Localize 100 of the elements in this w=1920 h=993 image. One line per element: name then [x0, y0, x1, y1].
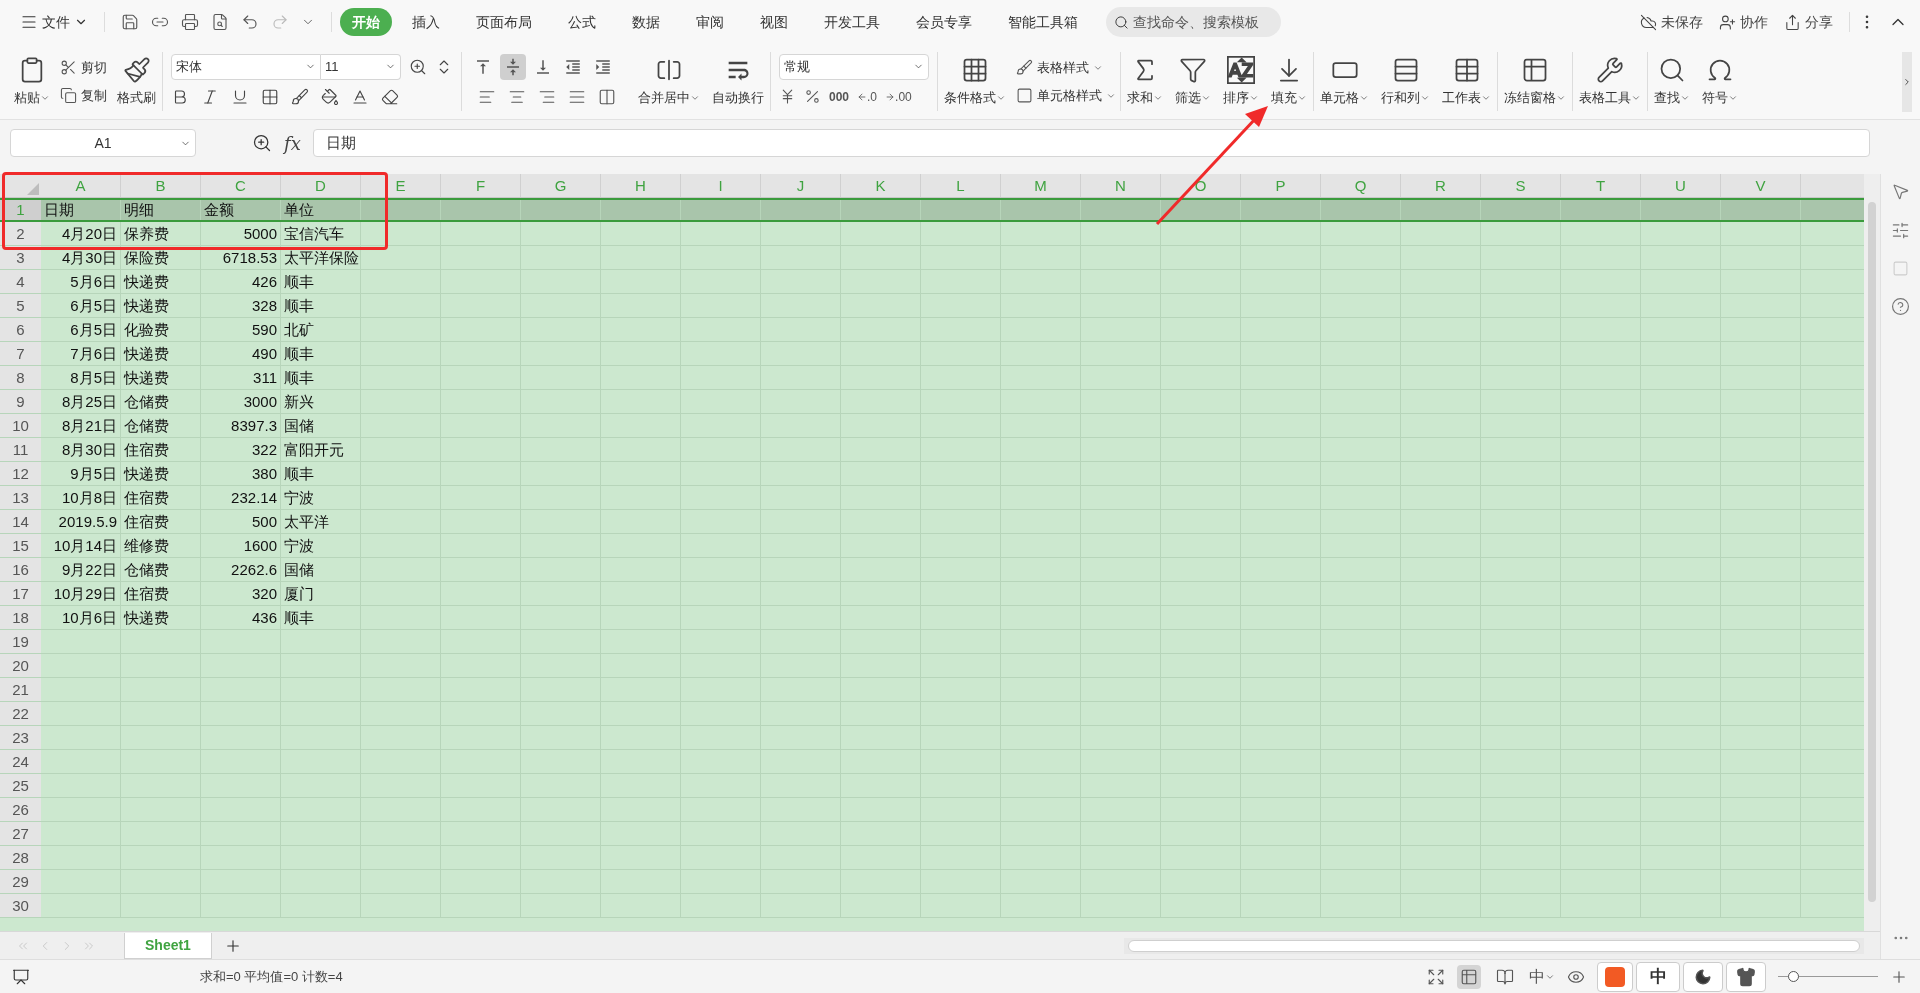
row-header[interactable]: 26 — [0, 798, 41, 821]
ribbon-button[interactable]: 格式刷 — [111, 47, 162, 116]
cursor-icon[interactable] — [1891, 182, 1910, 201]
underline-icon[interactable] — [231, 87, 249, 106]
ribbon-button[interactable]: 排序 — [1217, 47, 1265, 116]
sheet-tab[interactable]: Sheet1 — [124, 932, 212, 959]
ribbon-button[interactable]: 粘贴 — [8, 47, 56, 116]
indent-decrease-icon[interactable] — [564, 57, 582, 76]
scroll-right-icon[interactable] — [1902, 76, 1912, 87]
zoom-slider[interactable] — [1778, 970, 1878, 983]
ime-logo-icon[interactable] — [1597, 961, 1633, 992]
ribbon-button[interactable]: 单元格样式 — [1012, 81, 1120, 110]
row-header[interactable]: 30 — [0, 894, 41, 917]
row-header[interactable]: 19 — [0, 630, 41, 653]
row-header[interactable]: 24 — [0, 750, 41, 773]
menu-tab[interactable]: 插入 — [396, 8, 456, 36]
row-header[interactable]: 5 — [0, 294, 41, 317]
font-size-field[interactable]: 11 — [321, 53, 401, 80]
decimal-button[interactable]: .00 — [885, 90, 912, 103]
print-icon[interactable] — [181, 13, 199, 31]
row-header[interactable]: 10 — [0, 414, 41, 437]
row-header[interactable]: 17 — [0, 582, 41, 605]
row-header[interactable]: 28 — [0, 846, 41, 869]
header-action[interactable]: 未保存 — [1632, 11, 1711, 33]
menu-tab[interactable]: 页面布局 — [460, 8, 548, 36]
ribbon-button[interactable]: 复制 — [56, 81, 111, 110]
menu-tab[interactable]: 视图 — [744, 8, 804, 36]
ribbon-button[interactable]: 自动换行 — [706, 47, 770, 116]
reading-mode-button[interactable]: 中 — [1529, 964, 1555, 989]
row-header[interactable]: 7 — [0, 342, 41, 365]
sliders-icon[interactable] — [1891, 221, 1910, 240]
view-button[interactable] — [1457, 964, 1481, 989]
italic-icon[interactable] — [201, 87, 219, 106]
menu-tab[interactable]: 开发工具 — [808, 8, 896, 36]
row-header[interactable]: 25 — [0, 774, 41, 797]
row-header[interactable]: 27 — [0, 822, 41, 845]
menu-tab[interactable]: 智能工具箱 — [992, 8, 1094, 36]
zoom-icon[interactable] — [252, 133, 272, 153]
ribbon-button[interactable]: 符号 — [1696, 47, 1744, 116]
vertical-scrollbar[interactable] — [1864, 174, 1880, 931]
ribbon-button[interactable]: 条件格式 — [938, 47, 1012, 116]
ribbon-button[interactable]: 查找 — [1648, 47, 1696, 116]
menu-tab[interactable]: 会员专享 — [900, 8, 988, 36]
row-header[interactable]: 9 — [0, 390, 41, 413]
fullscreen-icon[interactable] — [1427, 967, 1445, 986]
ribbon-button[interactable]: 表格样式 — [1012, 53, 1120, 82]
number-format-field[interactable]: 常规 — [779, 53, 929, 80]
row-header[interactable]: 6 — [0, 318, 41, 341]
eraser-icon[interactable] — [381, 87, 399, 106]
ribbon-button[interactable]: 剪切 — [56, 53, 111, 82]
row-header[interactable]: 11 — [0, 438, 41, 461]
ribbon-button[interactable]: 表格工具 — [1573, 47, 1647, 116]
align-button[interactable] — [500, 53, 526, 80]
fill-style-icon[interactable] — [291, 87, 309, 106]
ribbon-button[interactable]: 冻结窗格 — [1498, 47, 1572, 116]
row-header[interactable]: 29 — [0, 870, 41, 893]
row-header[interactable]: 13 — [0, 486, 41, 509]
row-header[interactable]: 22 — [0, 702, 41, 725]
ribbon-button[interactable]: 填充 — [1265, 47, 1313, 116]
font-name-field[interactable]: 宋体 — [171, 53, 321, 80]
row-header[interactable]: 8 — [0, 366, 41, 389]
menu-tab[interactable]: 数据 — [616, 8, 676, 36]
ribbon-button[interactable]: 单元格 — [1314, 47, 1375, 116]
row-header[interactable]: 15 — [0, 534, 41, 557]
distribute-icon[interactable] — [598, 87, 616, 106]
horizontal-scrollbar[interactable] — [1124, 937, 1864, 954]
undo-icon[interactable] — [241, 13, 259, 31]
row-header[interactable]: 12 — [0, 462, 41, 485]
fx-icon[interactable]: fx — [284, 129, 301, 157]
ribbon-button[interactable]: 合并居中 — [632, 47, 706, 116]
row-header[interactable]: 3 — [0, 246, 41, 269]
menu-tab[interactable]: 审阅 — [680, 8, 740, 36]
name-box[interactable]: A1 — [10, 129, 196, 157]
help-icon[interactable] — [1891, 297, 1910, 316]
row-header[interactable]: 2 — [0, 222, 41, 245]
row-header[interactable]: 4 — [0, 270, 41, 293]
row-header[interactable]: 23 — [0, 726, 41, 749]
row-header[interactable]: 18 — [0, 606, 41, 629]
formula-field[interactable]: 日期 — [312, 129, 1870, 157]
thousands-button[interactable]: 000 — [829, 87, 850, 106]
row-header[interactable]: 21 — [0, 678, 41, 701]
border-icon[interactable] — [261, 87, 279, 106]
ribbon-button[interactable]: 求和 — [1121, 47, 1169, 116]
search-field[interactable]: 查找命令、搜索模板 — [1106, 7, 1281, 37]
print-preview-icon[interactable] — [211, 13, 229, 31]
moon-icon[interactable] — [1694, 967, 1712, 986]
save-icon[interactable] — [121, 13, 139, 31]
ime-mode-button[interactable]: 中 — [1636, 961, 1680, 992]
ribbon-button[interactable]: 筛选 — [1169, 47, 1217, 116]
row-header[interactable]: 20 — [0, 654, 41, 677]
percent-icon[interactable] — [804, 88, 821, 105]
shirt-icon[interactable] — [1736, 966, 1756, 987]
indent-increase-icon[interactable] — [594, 57, 612, 76]
row-header[interactable]: 16 — [0, 558, 41, 581]
paint-bucket-icon[interactable] — [321, 87, 339, 106]
zoom-slider-thumb[interactable] — [1788, 971, 1799, 982]
menu-tab[interactable]: 公式 — [552, 8, 612, 36]
decimal-button[interactable]: .0 — [857, 90, 878, 103]
file-menu[interactable]: 文件 — [12, 7, 96, 37]
ribbon-button[interactable]: 工作表 — [1436, 47, 1497, 116]
